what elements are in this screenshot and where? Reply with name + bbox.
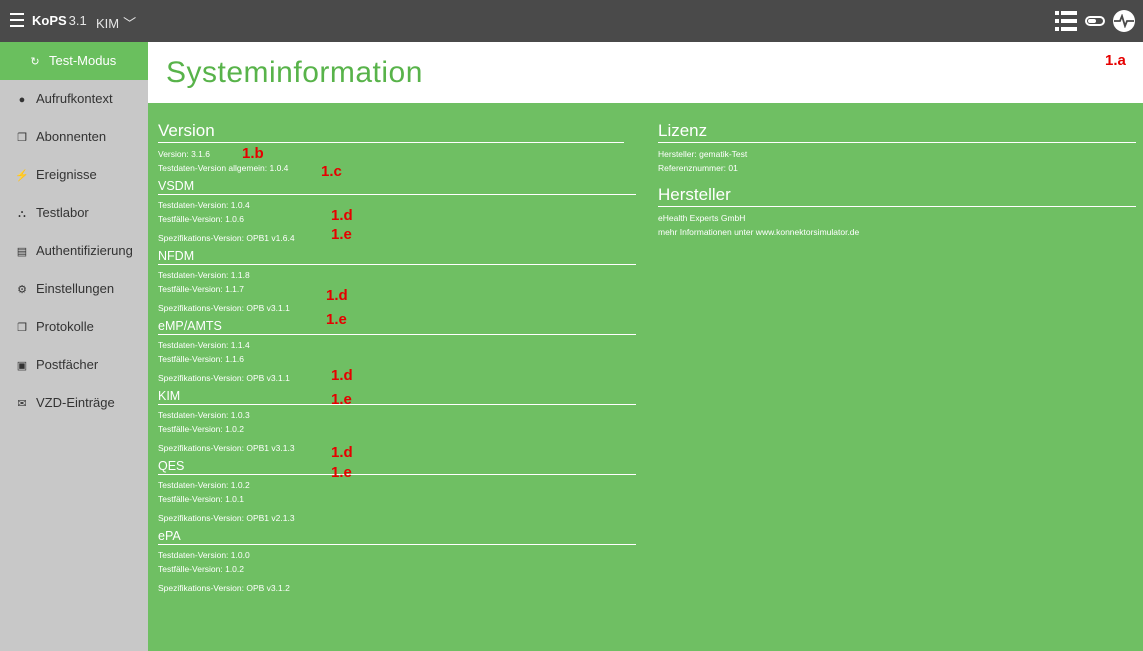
page-header: Systeminformation [148, 42, 1143, 103]
sidebar-item-label: Testlabor [36, 205, 89, 220]
annotation-marker-1e: 1.e [331, 226, 352, 243]
version-line: Version: 3.1.6 [158, 149, 210, 159]
manufacturer-link-line: mehr Informationen unter www.konnektorsi… [658, 227, 860, 237]
testdata-line: Testdaten-Version: 1.0.4 [158, 200, 250, 210]
sidebar-item-einstellungen[interactable]: ⚙ Einstellungen [0, 270, 148, 308]
app-brand: KoPS 3.1 [32, 13, 87, 28]
spec-line: Spezifikations-Version: OPB v3.1.1 [158, 303, 290, 313]
context-label: KIM [96, 16, 120, 31]
testcase-line: Testfälle-Version: 1.0.6 [158, 214, 244, 224]
section-title-kim: KIM [158, 389, 636, 405]
annotation-marker-1c: 1.c [321, 163, 342, 180]
spec-line: Spezifikations-Version: OPB1 v2.1.3 [158, 513, 295, 523]
section-title-emp-amts: eMP/AMTS [158, 319, 636, 335]
sidebar-item-label: Postfächer [36, 357, 99, 372]
brand-name: KoPS [32, 13, 67, 28]
inbox-icon: ▣ [16, 360, 28, 372]
sidebar: ↻ Test-Modus ● Aufrufkontext ❐ Abonnenten ⚡… [0, 42, 148, 651]
section-title-vsdm: VSDM [158, 179, 636, 195]
refresh-icon: ↻ [30, 56, 40, 68]
brand-version: 3.1 [68, 13, 87, 28]
sidebar-item-test-modus[interactable]: ↻ Test-Modus [0, 42, 148, 80]
top-bar: KoPS 3.1 KIM ﹀ [0, 0, 1143, 42]
certificate-icon: ▤ [16, 246, 28, 258]
toolbar-icons [1055, 9, 1135, 33]
sidebar-item-protokolle[interactable]: ❐ Protokolle [0, 308, 148, 346]
sidebar-item-abonnenten[interactable]: ❐ Abonnenten [0, 118, 148, 156]
list-icon[interactable] [1055, 10, 1077, 32]
copy-icon: ❐ [17, 322, 27, 334]
version-title: Version [158, 121, 624, 143]
context-selector[interactable]: KIM ﹀ [96, 13, 136, 32]
testdata-line: Testdaten-Version: 1.0.0 [158, 550, 250, 560]
testcase-line: Testfälle-Version: 1.0.2 [158, 424, 244, 434]
sidebar-item-postfaecher[interactable]: ▣ Postfächer [0, 346, 148, 384]
sidebar-item-label: VZD-Einträge [36, 395, 115, 410]
testdata-line: Testdaten-Version: 1.0.3 [158, 410, 250, 420]
testcase-line: Testfälle-Version: 1.0.2 [158, 564, 244, 574]
binoculars-icon: ⛬ [18, 208, 26, 220]
manufacturer-title: Hersteller [658, 185, 1136, 207]
sidebar-item-authentifizierung[interactable]: ▤ Authentifizierung [0, 232, 148, 270]
copy-icon: ❐ [17, 132, 27, 144]
spec-line: Spezifikations-Version: OPB1 v3.1.3 [158, 443, 295, 453]
license-title: Lizenz [658, 121, 1136, 143]
sidebar-item-label: Ereignisse [36, 167, 97, 182]
testdata-line: Testdaten-Version: 1.1.4 [158, 340, 250, 350]
manufacturer-line: eHealth Experts GmbH [658, 213, 746, 223]
sidebar-item-label: Test-Modus [49, 53, 117, 68]
spec-line: Spezifikations-Version: OPB v3.1.1 [158, 373, 290, 383]
spec-line: Spezifikations-Version: OPB1 v1.6.4 [158, 233, 295, 243]
license-line: Hersteller: gematik-Test [658, 149, 748, 159]
annotation-marker-1e: 1.e [331, 391, 352, 408]
pulse-icon[interactable] [1113, 10, 1135, 32]
testdata-line: Testdaten-Version: 1.0.2 [158, 480, 250, 490]
annotation-marker-1b: 1.b [242, 145, 264, 162]
sidebar-item-testlabor[interactable]: ⛬ Testlabor [0, 194, 148, 232]
section-title-qes: QES [158, 459, 636, 475]
menu-icon[interactable] [10, 13, 24, 27]
annotation-marker-1e: 1.e [326, 311, 347, 328]
version-column: Version Version: 3.1.6 Testdaten-Version… [158, 121, 636, 595]
license-column: Lizenz Hersteller: gematik-Test Referenz… [658, 121, 1136, 239]
annotation-marker-1e: 1.e [331, 464, 352, 481]
sidebar-item-label: Einstellungen [36, 281, 115, 296]
testcase-line: Testfälle-Version: 1.1.7 [158, 284, 244, 294]
sidebar-item-label: Abonnenten [36, 129, 107, 144]
bolt-icon: ⚡ [15, 170, 29, 182]
testdata-line: Testdaten-Version: 1.1.8 [158, 270, 250, 280]
chevron-down-icon: ﹀ [123, 16, 137, 31]
section-title-nfdm: NFDM [158, 249, 636, 265]
gear-icon: ⚙ [17, 284, 27, 296]
sidebar-item-vzd-eintraege[interactable]: ✉ VZD-Einträge [0, 384, 148, 422]
sidebar-item-aufrufkontext[interactable]: ● Aufrufkontext [0, 80, 148, 118]
envelope-icon: ✉ [17, 398, 27, 410]
annotation-marker-1d: 1.d [326, 287, 348, 304]
section-title-epa: ePA [158, 529, 636, 545]
testcase-line: Testfälle-Version: 1.0.1 [158, 494, 244, 504]
annotation-marker-1a: 1.a [1105, 52, 1126, 69]
sidebar-item-label: Protokolle [36, 319, 94, 334]
sidebar-item-label: Authentifizierung [36, 243, 133, 258]
toggle-icon[interactable] [1085, 16, 1105, 26]
main-content: Version Version: 3.1.6 Testdaten-Version… [148, 103, 1143, 651]
testdata-general-line: Testdaten-Version allgemein: 1.0.4 [158, 163, 289, 173]
annotation-marker-1d: 1.d [331, 207, 353, 224]
testcase-line: Testfälle-Version: 1.1.6 [158, 354, 244, 364]
license-line: Referenznummer: 01 [658, 163, 738, 173]
page-title: Systeminformation [166, 56, 423, 89]
spec-line: Spezifikations-Version: OPB v3.1.2 [158, 583, 290, 593]
sidebar-item-label: Aufrufkontext [36, 91, 113, 106]
sidebar-item-ereignisse[interactable]: ⚡ Ereignisse [0, 156, 148, 194]
annotation-marker-1d: 1.d [331, 367, 353, 384]
annotation-marker-1d: 1.d [331, 444, 353, 461]
user-icon: ● [18, 94, 26, 106]
